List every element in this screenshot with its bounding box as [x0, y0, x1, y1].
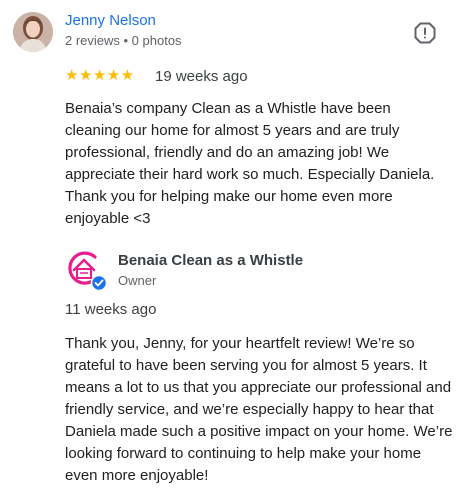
owner-response-text: Thank you, Jenny, for your heartfelt rev… [65, 335, 453, 484]
review-card: Jenny Nelson 2 reviews • 0 photos ★★★★★ … [0, 0, 458, 498]
reviewer-meta: 2 reviews • 0 photos [65, 33, 182, 48]
reviewer-name[interactable]: Jenny Nelson [65, 11, 156, 31]
business-logo-icon [67, 251, 108, 292]
owner-role-label: Owner [118, 273, 157, 288]
owner-logo [64, 248, 108, 292]
report-review-button[interactable] [412, 20, 438, 46]
owner-business-name[interactable]: Benaia Clean as a Whistle [118, 251, 303, 271]
avatar-photo [13, 12, 53, 52]
reviewer-avatar[interactable] [13, 12, 53, 52]
response-date: 11 weeks ago [65, 301, 157, 318]
star-rating: ★★★★★ [65, 67, 135, 84]
review-date: 19 weeks ago [155, 68, 248, 85]
review-text: Benaia’s company Clean as a Whistle have… [65, 100, 435, 227]
report-flag-icon [414, 22, 436, 44]
